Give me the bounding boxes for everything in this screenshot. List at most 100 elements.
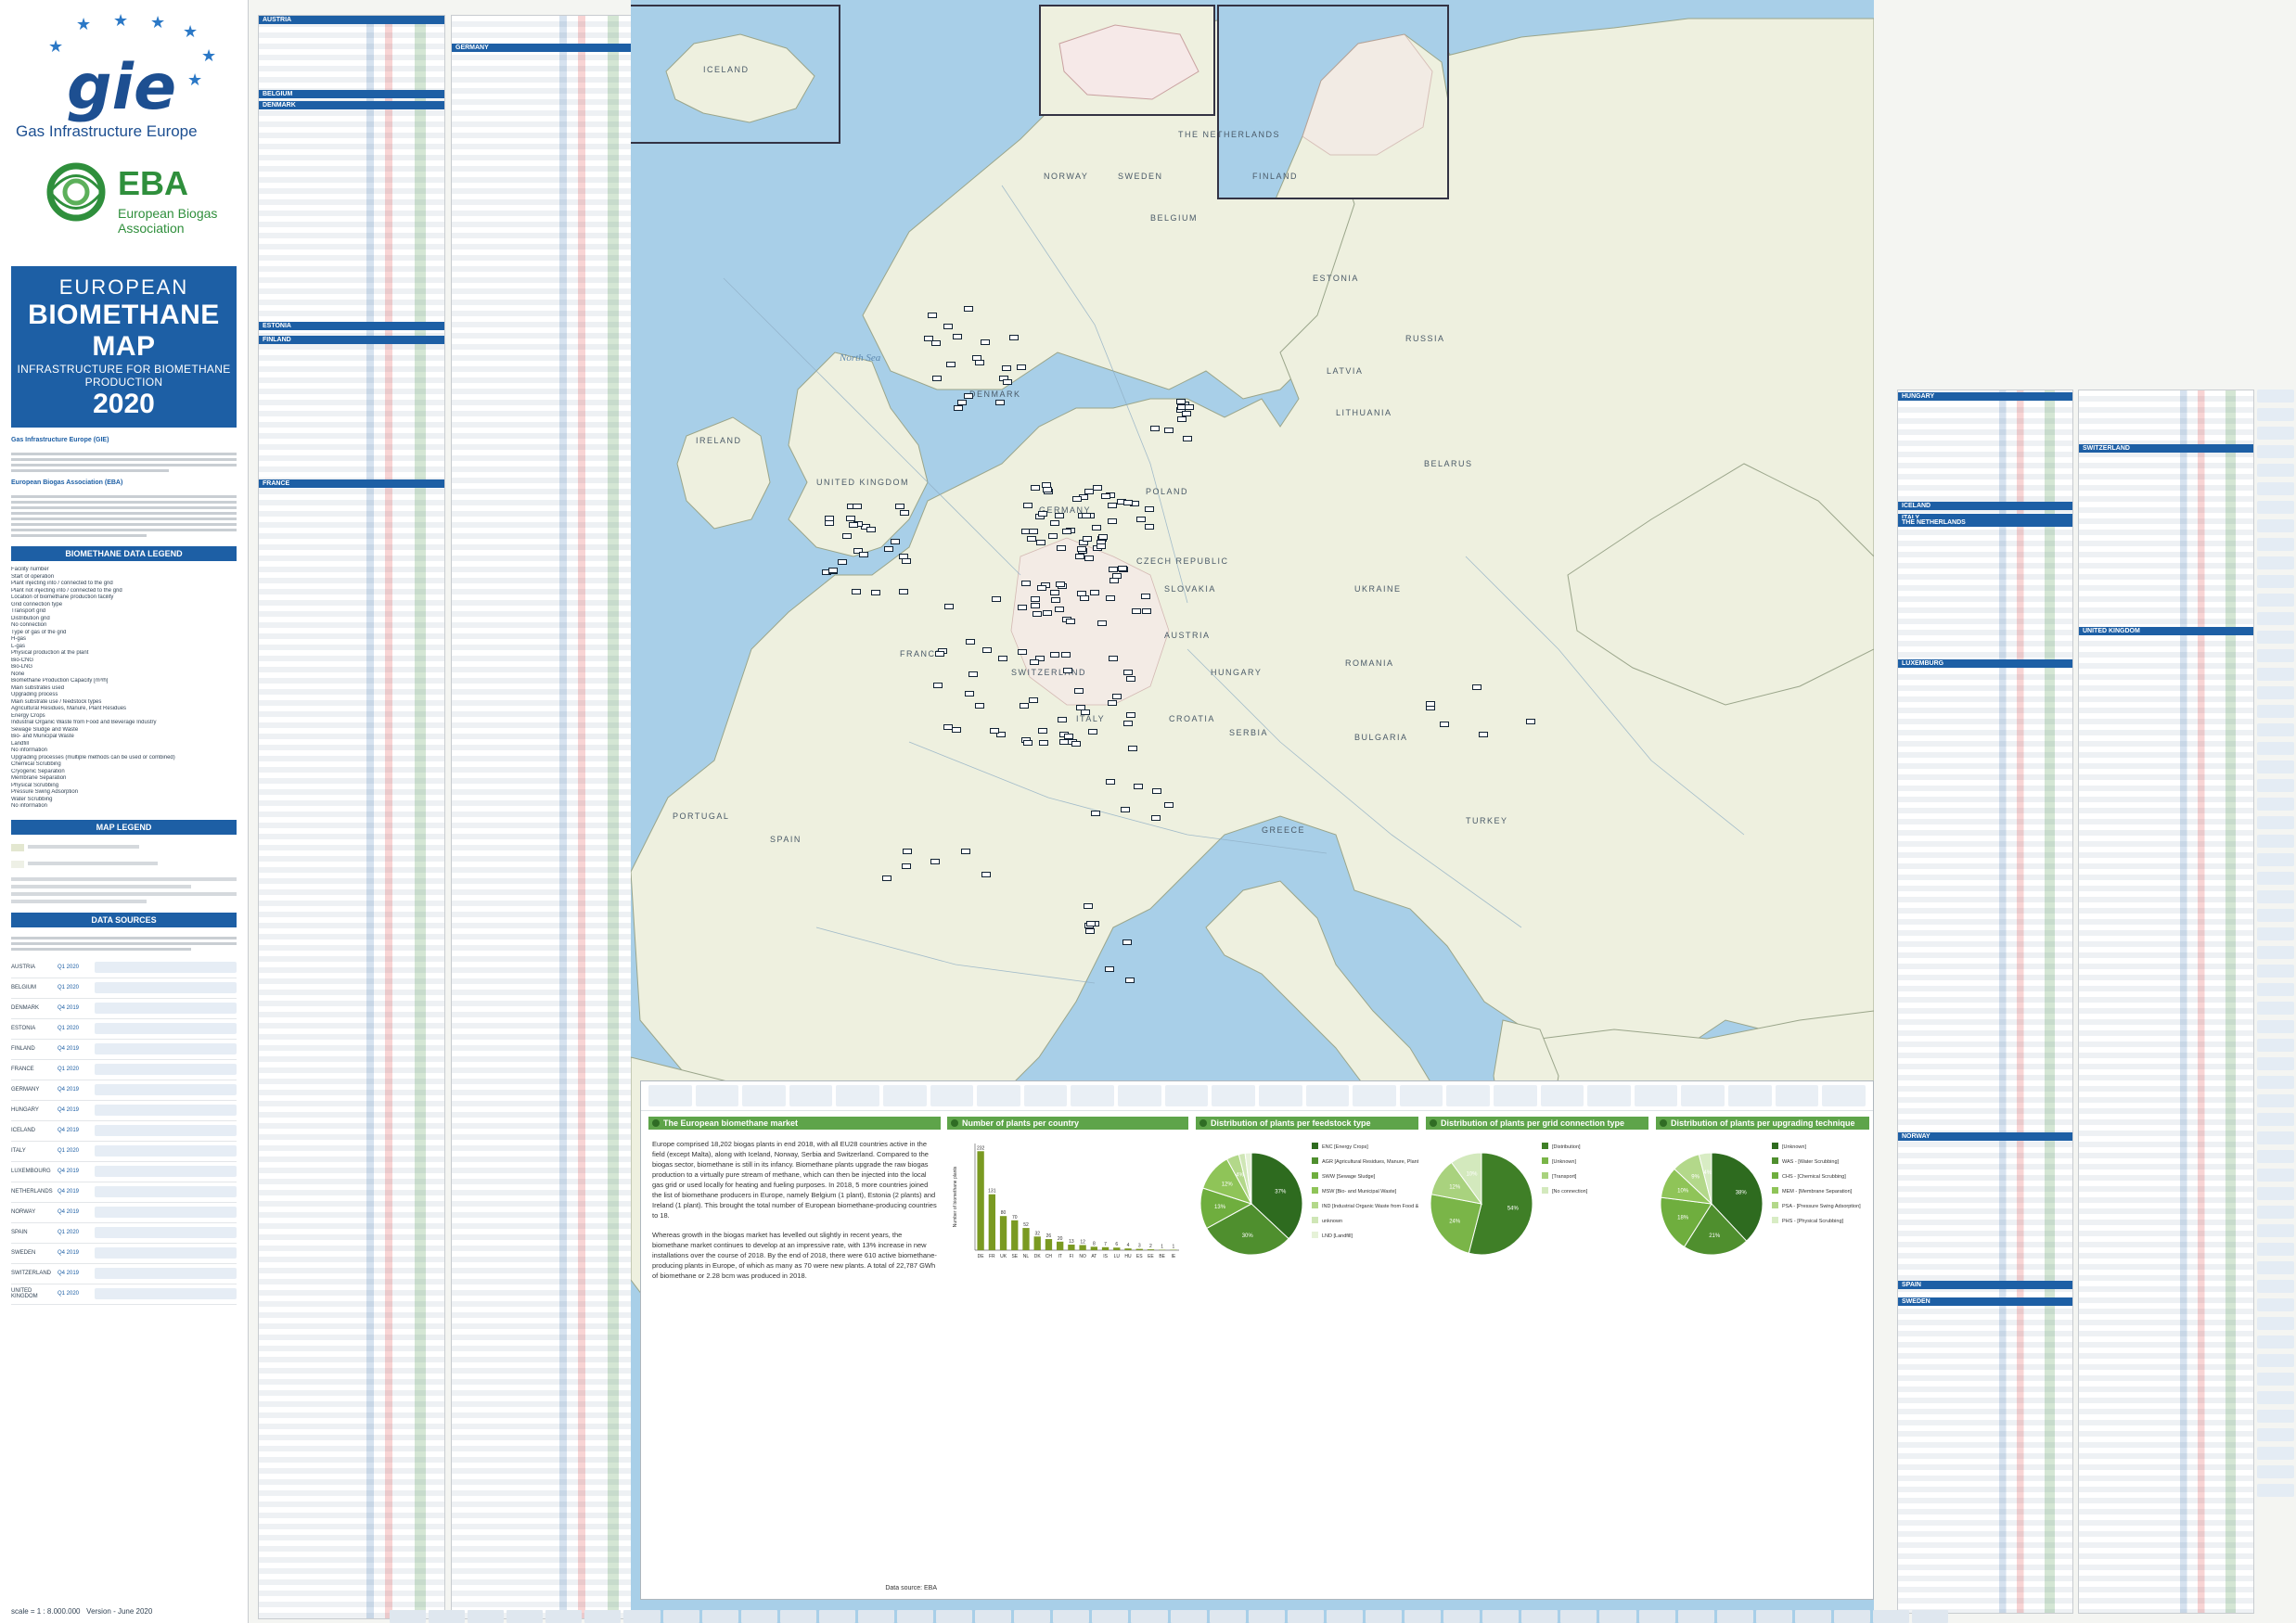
- plant-marker[interactable]: [1072, 496, 1083, 503]
- plant-marker[interactable]: [1108, 655, 1118, 661]
- plant-marker[interactable]: [1086, 920, 1097, 927]
- plant-marker[interactable]: [1042, 609, 1052, 616]
- plant-marker[interactable]: [956, 399, 967, 405]
- plant-marker[interactable]: [1525, 719, 1535, 725]
- plant-marker[interactable]: [1101, 493, 1111, 500]
- plant-marker[interactable]: [1472, 684, 1482, 690]
- plant-marker[interactable]: [1123, 721, 1134, 727]
- plant-marker[interactable]: [930, 858, 941, 864]
- plant-marker[interactable]: [1132, 607, 1142, 614]
- iceland-inset[interactable]: [631, 5, 840, 144]
- plant-marker[interactable]: [1036, 585, 1046, 592]
- plant-marker[interactable]: [1002, 379, 1012, 386]
- plant-marker[interactable]: [992, 596, 1002, 603]
- plant-marker[interactable]: [946, 362, 956, 368]
- plant-marker[interactable]: [1176, 415, 1186, 422]
- plant-marker[interactable]: [1057, 545, 1067, 552]
- plant-marker[interactable]: [1054, 513, 1064, 519]
- plant-marker[interactable]: [934, 651, 944, 658]
- plant-marker[interactable]: [1035, 540, 1045, 546]
- plant-marker[interactable]: [870, 590, 880, 596]
- plant-marker[interactable]: [927, 312, 937, 318]
- plant-marker[interactable]: [1085, 928, 1096, 935]
- plant-marker[interactable]: [1030, 659, 1040, 666]
- plant-marker[interactable]: [972, 355, 981, 362]
- plant-marker[interactable]: [1126, 675, 1135, 682]
- plant-marker[interactable]: [961, 849, 971, 855]
- plant-marker[interactable]: [963, 306, 973, 313]
- plant-marker[interactable]: [1008, 335, 1019, 341]
- plant-marker[interactable]: [1425, 701, 1435, 708]
- plant-marker[interactable]: [1055, 581, 1065, 588]
- plant-marker[interactable]: [923, 336, 933, 342]
- plant-marker[interactable]: [1026, 535, 1036, 542]
- plant-marker[interactable]: [1055, 606, 1065, 612]
- plant-marker[interactable]: [1127, 746, 1137, 752]
- plant-marker[interactable]: [1065, 618, 1075, 624]
- plant-marker[interactable]: [902, 557, 912, 564]
- plant-marker[interactable]: [1037, 727, 1047, 734]
- plant-marker[interactable]: [837, 558, 847, 565]
- plant-marker[interactable]: [968, 671, 979, 678]
- plant-marker[interactable]: [1091, 525, 1101, 531]
- plant-marker[interactable]: [898, 588, 908, 594]
- plant-marker[interactable]: [1038, 511, 1048, 518]
- plant-marker[interactable]: [900, 510, 910, 517]
- plant-marker[interactable]: [1185, 403, 1195, 410]
- plant-marker[interactable]: [931, 376, 942, 382]
- plant-marker[interactable]: [943, 324, 954, 330]
- plant-marker[interactable]: [1133, 783, 1143, 789]
- plant-marker[interactable]: [1079, 595, 1089, 602]
- plant-marker[interactable]: [852, 588, 862, 594]
- plant-marker[interactable]: [846, 515, 856, 521]
- plant-marker[interactable]: [895, 503, 905, 509]
- plant-marker[interactable]: [891, 539, 901, 545]
- plant-marker[interactable]: [1108, 518, 1118, 525]
- plant-marker[interactable]: [981, 339, 991, 346]
- plant-marker[interactable]: [1122, 939, 1132, 946]
- plant-marker[interactable]: [1073, 688, 1084, 695]
- plant-marker[interactable]: [1142, 607, 1152, 614]
- plant-marker[interactable]: [1028, 528, 1038, 534]
- plant-marker[interactable]: [981, 872, 992, 878]
- plant-marker[interactable]: [1016, 364, 1026, 371]
- plant-marker[interactable]: [1106, 594, 1116, 601]
- plant-marker[interactable]: [1060, 651, 1071, 658]
- plant-marker[interactable]: [1150, 426, 1160, 432]
- plant-marker[interactable]: [1071, 741, 1081, 748]
- plant-marker[interactable]: [1031, 602, 1041, 608]
- plant-marker[interactable]: [990, 728, 1000, 735]
- plant-marker[interactable]: [882, 875, 892, 882]
- plant-marker[interactable]: [1051, 596, 1061, 603]
- plant-marker[interactable]: [981, 646, 992, 653]
- plant-marker[interactable]: [1183, 435, 1193, 441]
- plant-marker[interactable]: [1478, 732, 1488, 738]
- plant-marker[interactable]: [994, 399, 1005, 405]
- plant-marker[interactable]: [1076, 705, 1086, 711]
- plant-marker[interactable]: [1097, 620, 1107, 626]
- plant-marker[interactable]: [1108, 700, 1118, 707]
- plant-marker[interactable]: [1022, 740, 1033, 747]
- plant-marker[interactable]: [902, 849, 912, 855]
- plant-marker[interactable]: [1074, 554, 1084, 560]
- plant-marker[interactable]: [1032, 610, 1042, 617]
- plant-marker[interactable]: [1108, 503, 1118, 509]
- plant-marker[interactable]: [1110, 578, 1120, 584]
- plant-marker[interactable]: [1111, 572, 1122, 579]
- plant-marker[interactable]: [952, 334, 962, 340]
- plant-marker[interactable]: [1082, 536, 1092, 543]
- plant-marker[interactable]: [1125, 711, 1135, 718]
- plant-marker[interactable]: [1182, 410, 1192, 416]
- plant-marker[interactable]: [902, 863, 912, 869]
- netherlands-inset[interactable]: [1217, 5, 1449, 199]
- plant-marker[interactable]: [1097, 543, 1107, 549]
- plant-marker[interactable]: [1090, 590, 1100, 596]
- plant-marker[interactable]: [1050, 520, 1060, 527]
- plant-marker[interactable]: [965, 638, 975, 645]
- plant-marker[interactable]: [1105, 779, 1115, 786]
- plant-marker[interactable]: [1164, 801, 1174, 808]
- plant-marker[interactable]: [1136, 517, 1147, 523]
- plant-marker[interactable]: [1440, 722, 1450, 728]
- plant-marker[interactable]: [1017, 605, 1027, 611]
- plant-marker[interactable]: [1042, 487, 1052, 493]
